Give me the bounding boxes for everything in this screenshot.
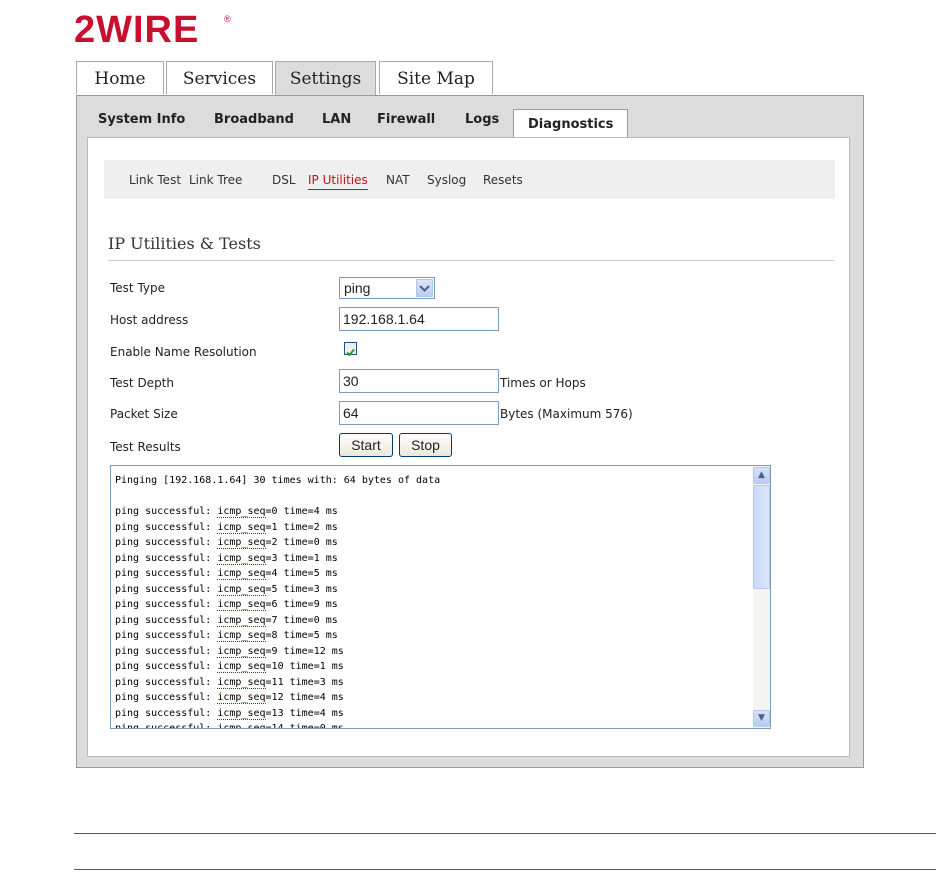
result-line: ping successful: icmp_seq=14 time=0 ms xyxy=(115,723,344,728)
subtab-system-info[interactable]: System Info xyxy=(98,112,185,127)
results-textarea[interactable]: Pinging [192.168.1.64] 30 times with: 64… xyxy=(110,465,771,729)
subtab-firewall[interactable]: Firewall xyxy=(377,112,435,127)
test-depth-input[interactable]: 30 xyxy=(339,369,499,393)
results-header: Pinging [192.168.1.64] 30 times with: 64… xyxy=(115,475,441,486)
footer-divider xyxy=(74,833,936,834)
result-line: ping successful: icmp_seq=3 time=1 ms xyxy=(115,552,338,565)
svg-text:®: ® xyxy=(224,14,231,24)
subnav-dsl[interactable]: DSL xyxy=(272,173,296,187)
results-scrollbar[interactable]: ▲ ▼ xyxy=(753,466,770,728)
tab-settings[interactable]: Settings xyxy=(275,61,376,95)
subtab-diagnostics[interactable]: Diagnostics xyxy=(513,109,629,138)
host-address-input[interactable]: 192.168.1.64 xyxy=(339,307,499,331)
subtab-logs[interactable]: Logs xyxy=(465,112,499,127)
results-lines: ping successful: icmp_seq=0 time=4 ms pi… xyxy=(115,506,344,728)
section-divider xyxy=(108,260,834,261)
checkmark-icon xyxy=(346,348,355,357)
diagnostics-content: Link Test Link Tree DSL IP Utilities NAT… xyxy=(87,137,850,757)
test-depth-label: Test Depth xyxy=(110,376,174,390)
packet-size-input[interactable]: 64 xyxy=(339,401,499,425)
result-line: ping successful: icmp_seq=5 time=3 ms xyxy=(115,583,338,596)
name-resolution-label: Enable Name Resolution xyxy=(110,345,257,359)
tab-site-map[interactable]: Site Map xyxy=(379,61,493,94)
subnav-syslog[interactable]: Syslog xyxy=(427,173,466,187)
result-line: ping successful: icmp_seq=1 time=2 ms xyxy=(115,521,338,534)
test-depth-unit: Times or Hops xyxy=(500,376,586,390)
tab-home[interactable]: Home xyxy=(76,61,164,94)
result-line: ping successful: icmp_seq=12 time=4 ms xyxy=(115,692,344,704)
subnav-ip-utilities[interactable]: IP Utilities xyxy=(308,173,368,190)
chevron-down-icon[interactable] xyxy=(416,279,433,297)
result-line: ping successful: icmp_seq=13 time=4 ms xyxy=(115,707,344,720)
footer-divider xyxy=(74,869,936,870)
result-line: ping successful: icmp_seq=6 time=9 ms xyxy=(115,599,338,611)
name-resolution-checkbox[interactable] xyxy=(344,342,357,357)
diagnostics-subnav: Link Test Link Tree DSL IP Utilities NAT… xyxy=(104,160,835,199)
packet-size-label: Packet Size xyxy=(110,407,178,421)
scroll-up-icon[interactable]: ▲ xyxy=(753,467,770,484)
subnav-resets[interactable]: Resets xyxy=(483,173,523,187)
subtab-broadband[interactable]: Broadband xyxy=(214,112,294,127)
packet-size-unit: Bytes (Maximum 576) xyxy=(500,407,633,421)
subnav-link-test[interactable]: Link Test xyxy=(129,173,181,187)
result-line: ping successful: icmp_seq=2 time=0 ms xyxy=(115,537,338,549)
result-line: ping successful: icmp_seq=11 time=3 ms xyxy=(115,676,344,689)
test-type-label: Test Type xyxy=(110,281,166,295)
stop-button[interactable]: Stop xyxy=(399,433,452,457)
result-line: ping successful: icmp_seq=7 time=0 ms xyxy=(115,614,338,627)
page-title: IP Utilities & Tests xyxy=(108,234,261,253)
result-line: ping successful: icmp_seq=8 time=5 ms xyxy=(115,630,338,642)
svg-text:2WIRE: 2WIRE xyxy=(74,9,199,48)
start-button[interactable]: Start xyxy=(339,433,393,457)
host-address-label: Host address xyxy=(110,313,189,327)
scroll-thumb[interactable] xyxy=(753,485,770,589)
result-line: ping successful: icmp_seq=9 time=12 ms xyxy=(115,645,344,658)
test-type-select[interactable]: ping xyxy=(339,277,435,299)
result-line: ping successful: icmp_seq=4 time=5 ms xyxy=(115,568,338,580)
result-line: ping successful: icmp_seq=10 time=1 ms xyxy=(115,661,344,673)
subnav-link-tree[interactable]: Link Tree xyxy=(189,173,242,187)
test-results-label: Test Results xyxy=(110,440,181,454)
tab-services[interactable]: Services xyxy=(166,61,273,94)
brand-logo: 2WIRE ® xyxy=(74,9,231,48)
test-type-value: ping xyxy=(344,280,371,296)
subtab-lan[interactable]: LAN xyxy=(322,112,351,127)
settings-panel: System Info Broadband LAN Firewall Logs … xyxy=(76,95,864,768)
result-line: ping successful: icmp_seq=0 time=4 ms xyxy=(115,506,338,518)
results-output: Pinging [192.168.1.64] 30 times with: 64… xyxy=(115,473,441,728)
scroll-down-icon[interactable]: ▼ xyxy=(753,710,770,727)
subnav-nat[interactable]: NAT xyxy=(386,173,410,187)
